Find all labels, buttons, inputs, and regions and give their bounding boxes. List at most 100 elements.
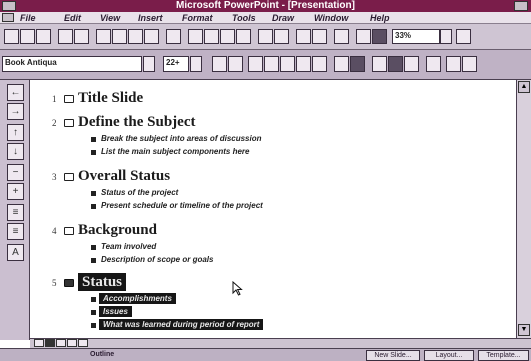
demote-right-arrow-icon[interactable]: → xyxy=(7,103,24,120)
outline-pane[interactable]: 1 Title Slide 2 Define the Subject Break… xyxy=(31,80,516,338)
bullet-text-selected[interactable]: Accomplishments xyxy=(99,293,176,304)
show-titles-icon[interactable]: ≡ xyxy=(7,204,24,221)
save-icon[interactable] xyxy=(36,29,51,44)
text-color-icon[interactable] xyxy=(312,56,327,72)
menu-tools[interactable]: Tools xyxy=(232,12,256,24)
back-icon[interactable] xyxy=(462,56,477,72)
insert-new-slide-icon[interactable] xyxy=(188,29,203,44)
zoom-control[interactable]: 33% xyxy=(392,29,440,44)
show-all-icon[interactable]: ≡ xyxy=(7,223,24,240)
bullet-icon xyxy=(91,191,96,196)
slide-title[interactable]: Overall Status xyxy=(78,167,170,185)
center-icon[interactable] xyxy=(350,56,365,72)
scroll-down-icon[interactable]: ▼ xyxy=(518,324,530,336)
minimize-icon[interactable] xyxy=(514,1,528,11)
bullet-text-selected[interactable]: Issues xyxy=(99,306,132,317)
underline-icon[interactable] xyxy=(280,56,295,72)
new-icon[interactable] xyxy=(4,29,19,44)
open-icon[interactable] xyxy=(20,29,35,44)
insert-word-table-icon[interactable] xyxy=(204,29,219,44)
bullet-text[interactable]: List the main subject components here xyxy=(101,146,249,157)
menu-view[interactable]: View xyxy=(100,12,120,24)
insert-org-chart-icon[interactable] xyxy=(258,29,273,44)
demote-icon[interactable] xyxy=(404,56,419,72)
zoom-out-icon[interactable] xyxy=(372,29,387,44)
bullet-on-off-icon[interactable] xyxy=(372,56,387,72)
slide-show-icon[interactable] xyxy=(78,339,88,347)
vertical-scrollbar[interactable]: ▲ ▼ xyxy=(516,80,531,338)
black-white-view-icon[interactable] xyxy=(334,29,349,44)
menu-window[interactable]: Window xyxy=(314,12,348,24)
increase-font-size-icon[interactable] xyxy=(212,56,227,72)
insert-graph-icon[interactable] xyxy=(236,29,251,44)
insert-clip-art-icon[interactable] xyxy=(274,29,289,44)
slide-view-icon[interactable] xyxy=(34,339,44,347)
layout-button[interactable]: Layout... xyxy=(424,350,474,361)
decrease-font-size-icon[interactable] xyxy=(228,56,243,72)
template-button[interactable]: Template... xyxy=(478,350,529,361)
mouse-pointer-icon xyxy=(232,281,243,296)
undo-icon[interactable] xyxy=(166,29,181,44)
move-up-arrow-icon[interactable]: ↑ xyxy=(7,124,24,141)
outline-view-icon[interactable] xyxy=(45,339,55,347)
new-slide-button[interactable]: New Slide... xyxy=(366,350,420,361)
bullet-text-selected[interactable]: What was learned during period of report xyxy=(99,319,264,330)
format-painter-icon[interactable] xyxy=(144,29,159,44)
insert-worksheet-icon[interactable] xyxy=(220,29,235,44)
slide-title-selected[interactable]: Status xyxy=(78,273,127,291)
menu-edit[interactable]: Edit xyxy=(64,12,81,24)
cut-icon[interactable] xyxy=(96,29,111,44)
apply-template-icon[interactable] xyxy=(296,29,311,44)
italic-icon[interactable] xyxy=(264,56,279,72)
collapse-icon[interactable]: − xyxy=(7,164,24,181)
slide-number: 4 xyxy=(52,226,57,236)
promote-icon[interactable] xyxy=(388,56,403,72)
zoom-icon[interactable] xyxy=(356,29,371,44)
promote-left-arrow-icon[interactable]: ← xyxy=(7,84,24,101)
slide-title[interactable]: Title Slide xyxy=(78,89,143,107)
menu-insert[interactable]: Insert xyxy=(138,12,163,24)
menu-file[interactable]: File xyxy=(20,12,36,24)
slide-icon[interactable] xyxy=(64,279,74,287)
bullet-icon xyxy=(91,297,96,302)
bold-icon[interactable] xyxy=(248,56,263,72)
menu-format[interactable]: Format xyxy=(182,12,213,24)
bullet-text[interactable]: Present schedule or timeline of the proj… xyxy=(101,200,263,211)
slide-icon[interactable] xyxy=(64,95,74,103)
text-tool-icon[interactable] xyxy=(426,56,441,72)
zoom-dropdown-icon[interactable] xyxy=(440,29,452,44)
bullet-text[interactable]: Status of the project xyxy=(101,187,178,198)
notes-view-icon[interactable] xyxy=(67,339,77,347)
menu-draw[interactable]: Draw xyxy=(272,12,294,24)
paste-icon[interactable] xyxy=(128,29,143,44)
copy-icon[interactable] xyxy=(112,29,127,44)
slide-icon[interactable] xyxy=(64,119,74,127)
align-left-icon[interactable] xyxy=(334,56,349,72)
font-size-field[interactable]: 22+ xyxy=(163,56,189,72)
slide-icon[interactable] xyxy=(64,173,74,181)
bullet-text[interactable]: Description of scope or goals xyxy=(101,254,213,265)
outline-toolbar: ← → ↑ ↓ − + ≡ ≡ A xyxy=(0,80,30,340)
move-down-arrow-icon[interactable]: ↓ xyxy=(7,143,24,160)
font-name-field[interactable]: Book Antiqua xyxy=(2,56,142,72)
bullet-icon xyxy=(91,204,96,209)
shadow-icon[interactable] xyxy=(296,56,311,72)
slide-icon[interactable] xyxy=(64,227,74,235)
slide-title[interactable]: Background xyxy=(78,221,157,239)
slide-title[interactable]: Define the Subject xyxy=(78,113,195,131)
document-menu-icon[interactable] xyxy=(2,13,14,22)
bullet-text[interactable]: Team involved xyxy=(101,241,156,252)
bullet-text[interactable]: Break the subject into areas of discussi… xyxy=(101,133,262,144)
print-icon[interactable] xyxy=(58,29,73,44)
slide-sorter-view-icon[interactable] xyxy=(56,339,66,347)
show-formatting-icon[interactable]: A xyxy=(7,244,24,261)
font-name-dropdown-icon[interactable] xyxy=(143,56,155,72)
expand-icon[interactable]: + xyxy=(7,183,24,200)
help-icon[interactable] xyxy=(456,29,471,44)
forward-icon[interactable] xyxy=(446,56,461,72)
scroll-up-icon[interactable]: ▲ xyxy=(518,81,530,93)
font-size-dropdown-icon[interactable] xyxy=(190,56,202,72)
menu-help[interactable]: Help xyxy=(370,12,390,24)
pick-up-style-icon[interactable] xyxy=(312,29,327,44)
spelling-icon[interactable] xyxy=(74,29,89,44)
